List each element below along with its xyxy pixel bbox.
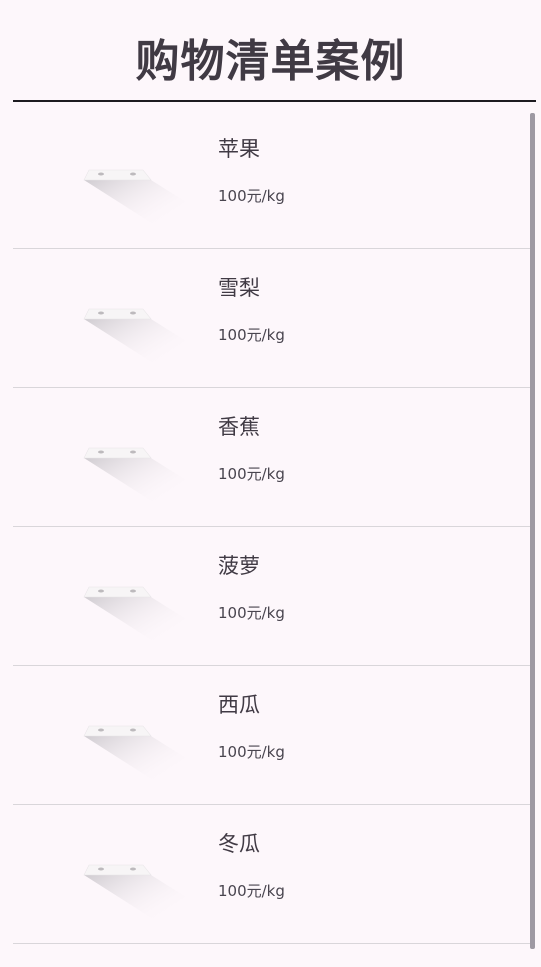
scrollbar[interactable]	[530, 113, 535, 949]
item-price: 100元/kg	[218, 743, 285, 761]
item-price: 100元/kg	[218, 882, 285, 900]
placeholder-image-icon	[83, 169, 186, 224]
item-name: 香蕉	[218, 415, 260, 439]
list-item[interactable]: 雪梨 100元/kg	[13, 249, 533, 388]
item-name: 西瓜	[218, 693, 260, 717]
placeholder-image-icon	[83, 725, 186, 780]
shopping-list[interactable]: 苹果 100元/kg 雪梨 100元/kg 香蕉 100元/kg 菠萝 100元…	[13, 110, 536, 967]
placeholder-image-icon	[83, 447, 186, 502]
list-item[interactable]: 菠萝 100元/kg	[13, 527, 533, 666]
item-price: 100元/kg	[218, 187, 285, 205]
item-name: 苹果	[218, 137, 260, 161]
item-price: 100元/kg	[218, 326, 285, 344]
placeholder-image-icon	[83, 308, 186, 363]
page-title: 购物清单案例	[135, 36, 406, 87]
list-item[interactable]: 香蕉 100元/kg	[13, 388, 533, 527]
item-name: 雪梨	[218, 276, 260, 300]
item-name: 菠萝	[218, 554, 260, 578]
shopping-list-page: 购物清单案例 苹果 100元/kg 雪梨 100元/kg 香蕉 100元/kg …	[0, 0, 541, 967]
item-name: 冬瓜	[218, 832, 260, 856]
placeholder-image-icon	[83, 864, 186, 919]
list-item[interactable]: 苹果 100元/kg	[13, 110, 533, 249]
list-item[interactable]: 冬瓜 100元/kg	[13, 805, 533, 944]
placeholder-image-icon	[83, 586, 186, 641]
title-divider	[13, 100, 536, 102]
list-item[interactable]: 西瓜 100元/kg	[13, 666, 533, 805]
item-price: 100元/kg	[218, 465, 285, 483]
item-price: 100元/kg	[218, 604, 285, 622]
